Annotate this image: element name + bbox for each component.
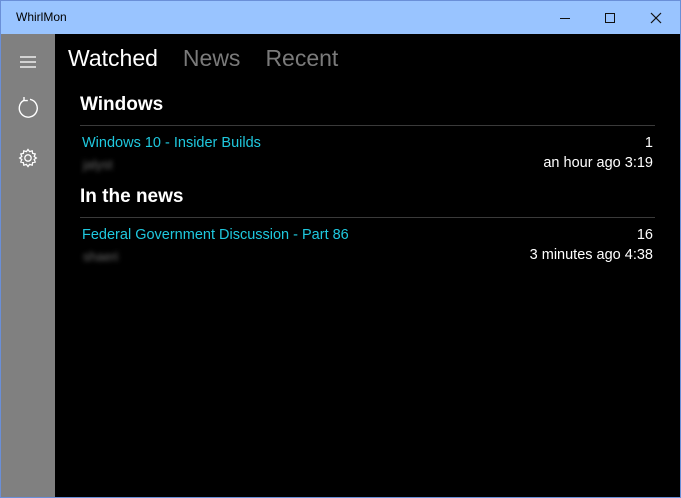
window-title: WhirlMon — [16, 10, 67, 24]
refresh-icon — [18, 97, 38, 118]
tab-watched[interactable]: Watched — [68, 45, 158, 72]
maximize-button[interactable] — [587, 1, 633, 34]
thread-author: jalyst — [83, 157, 113, 172]
settings-gear-icon — [18, 148, 38, 168]
section-heading-in-the-news: In the news — [80, 186, 184, 207]
section-heading-windows: Windows — [80, 94, 164, 115]
main-content: Watched News Recent Windows Windows 10 -… — [55, 34, 680, 497]
hamburger-menu-icon — [20, 56, 36, 68]
thread-author: shaeri — [83, 249, 119, 264]
thread-title-link[interactable]: Windows 10 - Insider Builds — [82, 135, 261, 151]
refresh-button[interactable] — [1, 88, 55, 128]
sidebar — [1, 34, 55, 497]
thread-row[interactable]: Federal Government Discussion - Part 86 … — [82, 227, 653, 269]
thread-reply-count: 16 — [636, 227, 653, 243]
close-button[interactable] — [633, 1, 679, 34]
minimize-icon — [560, 17, 570, 19]
settings-button[interactable] — [1, 138, 55, 178]
close-icon — [650, 12, 662, 23]
title-bar[interactable]: WhirlMon — [1, 1, 680, 34]
minimize-button[interactable] — [542, 1, 588, 34]
tab-bar: Watched News Recent — [68, 45, 338, 72]
thread-last-post-time: an hour ago 3:19 — [543, 155, 653, 171]
section-divider — [80, 125, 655, 126]
thread-reply-count: 1 — [644, 135, 653, 151]
hamburger-menu-button[interactable] — [1, 42, 55, 82]
section-divider — [80, 217, 655, 218]
thread-row[interactable]: Windows 10 - Insider Builds jalyst 1 an … — [82, 135, 653, 177]
tab-news[interactable]: News — [183, 45, 241, 72]
thread-last-post-time: 3 minutes ago 4:38 — [529, 247, 653, 263]
app-window: WhirlMon Watched News Recent Windows Win… — [0, 0, 681, 498]
tab-recent[interactable]: Recent — [265, 45, 338, 72]
maximize-icon — [605, 12, 615, 23]
thread-title-link[interactable]: Federal Government Discussion - Part 86 — [82, 227, 349, 243]
